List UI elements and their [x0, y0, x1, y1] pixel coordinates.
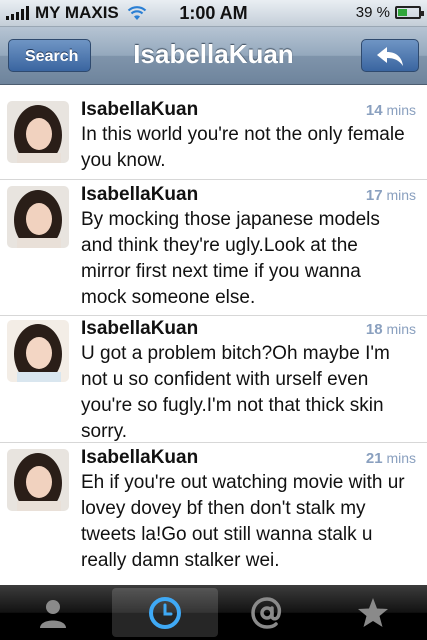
battery-percentage: 39 % [355, 4, 390, 21]
tweet-item[interactable]: IsabellaKuan 17 mins By mocking those ja… [0, 180, 427, 316]
tab-favorites[interactable] [320, 585, 426, 640]
avatar[interactable] [7, 101, 69, 163]
tab-bar [0, 585, 427, 640]
tweet-timestamp: 17 mins [365, 187, 416, 204]
tweet-timestamp: 18 mins [365, 321, 416, 338]
reply-arrow-icon [377, 46, 403, 66]
avatar[interactable] [7, 320, 69, 382]
battery-fill [398, 9, 407, 16]
reply-button[interactable] [361, 39, 419, 72]
tweet-timeline[interactable]: IsabellaKuan 14 mins In this world you'r… [0, 85, 427, 585]
battery-icon [395, 6, 424, 19]
tweet-author[interactable]: IsabellaKuan [81, 184, 198, 206]
tweet-item[interactable]: IsabellaKuan 14 mins In this world you'r… [0, 85, 427, 180]
tweet-text: By mocking those japanese models and thi… [81, 209, 380, 308]
avatar[interactable] [7, 449, 69, 511]
tweet-author[interactable]: IsabellaKuan [81, 99, 198, 121]
tab-mentions[interactable] [214, 585, 320, 640]
status-bar: MY MAXIS 1:00 AM 39 % [0, 0, 427, 27]
person-icon [40, 599, 66, 628]
at-sign-icon [251, 596, 282, 629]
tweet-item[interactable]: IsabellaKuan 18 mins U got a problem bit… [0, 316, 427, 443]
star-icon [358, 597, 388, 627]
tweet-timestamp: 21 mins [365, 450, 416, 467]
tweet-text: In this world you're not the only female… [81, 124, 405, 171]
tab-timeline[interactable] [112, 588, 218, 637]
tweet-text: Eh if you're out watching movie with ur … [81, 472, 405, 571]
tab-profile[interactable] [0, 585, 106, 640]
avatar[interactable] [7, 186, 69, 248]
tweet-text: U got a problem bitch?Oh maybe I'm not u… [81, 343, 390, 442]
tweet-item[interactable]: IsabellaKuan 21 mins Eh if you're out wa… [0, 443, 427, 585]
tweet-timestamp: 14 mins [365, 102, 416, 119]
tweet-author[interactable]: IsabellaKuan [81, 447, 198, 469]
clock-icon [149, 596, 181, 629]
navigation-bar: Search IsabellaKuan [0, 27, 427, 85]
tweet-author[interactable]: IsabellaKuan [81, 318, 198, 340]
